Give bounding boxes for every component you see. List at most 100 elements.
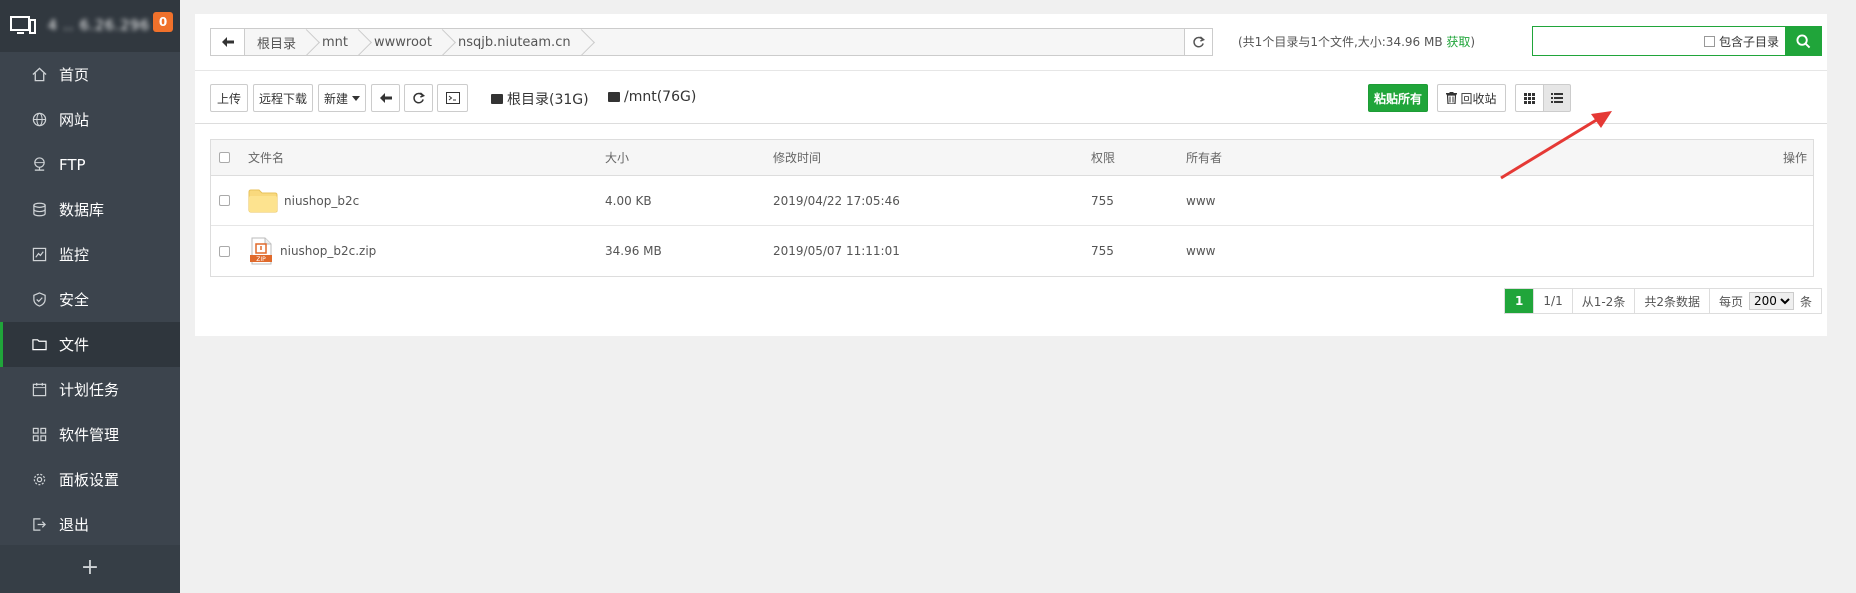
page-range: 从1-2条: [1573, 289, 1636, 313]
file-permission[interactable]: 755: [1091, 194, 1114, 208]
per-page-select[interactable]: 200: [1748, 292, 1794, 310]
refresh-icon: [1193, 35, 1205, 47]
home-icon: [31, 67, 47, 83]
caret-down-icon: [352, 95, 360, 101]
table-row[interactable]: ZIP niushop_b2c.zip 34.96 MB 2019/05/07 11:…: [211, 226, 1813, 276]
globe-icon: [31, 112, 47, 128]
file-permission[interactable]: 755: [1091, 244, 1114, 258]
breadcrumb-item-wwwroot[interactable]: wwwroot: [362, 29, 446, 55]
cell-size: 4.00 KB: [605, 176, 652, 225]
sidebar-item-label: 安全: [59, 291, 90, 309]
table-header: 文件名 大小 修改时间 权限 所有者 操作: [211, 140, 1813, 176]
terminal-button[interactable]: [437, 84, 468, 112]
sidebar-item-5[interactable]: 安全: [0, 277, 180, 322]
sidebar-item-2[interactable]: FTP: [0, 142, 180, 187]
sidebar-item-1[interactable]: 网站: [0, 97, 180, 142]
file-size: 4.00 KB: [605, 193, 652, 208]
sidebar-item-label: 面板设置: [59, 471, 120, 489]
back-dir-button[interactable]: [371, 84, 400, 112]
sidebar-item-3[interactable]: 数据库: [0, 187, 180, 232]
list-view-icon: [1551, 93, 1563, 103]
disk-mnt[interactable]: /mnt(76G): [608, 89, 696, 105]
recycle-bin-label: 回收站: [1460, 91, 1497, 106]
file-name[interactable]: niushop_b2c.zip: [280, 244, 376, 258]
cell-permission: 755: [1091, 226, 1114, 276]
file-owner[interactable]: www: [1186, 244, 1215, 258]
search-button[interactable]: [1785, 27, 1821, 55]
subdir-checkbox-box[interactable]: [1703, 35, 1715, 47]
directory-summary: (共1个目录与1个文件,大小:34.96 MB 获取): [1238, 33, 1475, 50]
new-dropdown-button[interactable]: 新建: [318, 84, 366, 112]
cell-owner: www: [1186, 226, 1215, 276]
refresh-icon: [413, 91, 425, 103]
sidebar-item-10[interactable]: 退出: [0, 502, 180, 547]
sidebar-item-4[interactable]: 监控: [0, 232, 180, 277]
path-input-area[interactable]: [585, 29, 1184, 55]
upload-button[interactable]: 上传: [210, 84, 248, 112]
sidebar-item-6[interactable]: 文件: [0, 322, 180, 367]
file-owner[interactable]: www: [1186, 194, 1215, 208]
header-permission: 权限: [1091, 151, 1116, 165]
notification-badge[interactable]: 0: [153, 12, 173, 32]
row-checkbox[interactable]: [219, 176, 230, 225]
header-mtime[interactable]: 修改时间: [773, 140, 821, 175]
search-input[interactable]: [1533, 27, 1704, 55]
breadcrumb-item-root[interactable]: 根目录: [245, 29, 310, 55]
logout-icon: [31, 517, 47, 533]
trash-icon: [1446, 92, 1458, 104]
sidebar-item-8[interactable]: 软件管理: [0, 412, 180, 457]
refresh-path-button[interactable]: [1184, 29, 1212, 55]
row-checkbox[interactable]: [219, 226, 230, 276]
disk-root[interactable]: 根目录(31G): [491, 89, 589, 109]
include-subdir-checkbox[interactable]: 包含子目录: [1703, 27, 1785, 55]
file-size: 34.96 MB: [605, 244, 662, 258]
divider: [195, 123, 1827, 124]
header-owner: 所有者: [1186, 151, 1223, 165]
cell-owner: www: [1186, 176, 1215, 225]
list-view-button[interactable]: [1543, 84, 1571, 112]
terminal-icon: [445, 92, 460, 104]
breadcrumb-item-mnt[interactable]: mnt: [310, 29, 362, 55]
grid-view-icon: [1524, 92, 1535, 104]
cell-mtime: 2019/04/22 17:05:46: [773, 176, 900, 225]
recycle-bin-button[interactable]: 回收站: [1437, 84, 1506, 112]
header-name[interactable]: 文件名: [248, 140, 284, 175]
fetch-size-link[interactable]: 获取: [1446, 35, 1470, 49]
grid-view-button[interactable]: [1515, 84, 1544, 112]
checkbox-box[interactable]: [219, 195, 230, 206]
disk-root-label: 根目录(31G): [507, 92, 589, 108]
paste-all-button[interactable]: 粘贴所有: [1368, 84, 1428, 112]
server-ip: 4 .. 6.26.296: [48, 18, 151, 34]
remote-download-button[interactable]: 远程下载: [253, 84, 313, 112]
file-name[interactable]: niushop_b2c: [284, 194, 359, 208]
sidebar-item-0[interactable]: 首页: [0, 52, 180, 97]
refresh-button[interactable]: [404, 84, 433, 112]
cell-mtime: 2019/05/07 11:11:01: [773, 226, 900, 276]
search-icon: [1795, 33, 1810, 48]
per-page-label: 每页: [1718, 294, 1743, 309]
folder-icon: [248, 189, 278, 213]
sidebar-item-9[interactable]: 面板设置: [0, 457, 180, 502]
file-mtime: 2019/05/07 11:11:01: [773, 244, 900, 258]
side-menu: 首页 网站 FTP 数据库 监控安全文件计划任务软件管理面板设置退出: [0, 52, 180, 547]
per-page-control: 每页 200 条: [1710, 289, 1821, 313]
file-manager-panel: 根目录 mnt wwwroot nsqjb.niuteam.cn (共1个目录与…: [195, 14, 1827, 336]
back-button[interactable]: [211, 29, 245, 55]
breadcrumb-item-site[interactable]: nsqjb.niuteam.cn: [446, 29, 585, 55]
select-all-checkbox[interactable]: [219, 140, 230, 175]
checkbox-box[interactable]: [219, 245, 230, 257]
page-count: 1/1: [1534, 289, 1573, 313]
sidebar-item-label: 计划任务: [59, 381, 120, 399]
sidebar-item-7[interactable]: 计划任务: [0, 367, 180, 412]
checkbox-box[interactable]: [219, 152, 230, 163]
page-current[interactable]: 1: [1505, 289, 1535, 313]
table-row[interactable]: niushop_b2c 4.00 KB 2019/04/22 17:05:46 755…: [211, 176, 1813, 226]
header-size[interactable]: 大小: [605, 140, 629, 175]
add-button[interactable]: +: [0, 545, 180, 593]
directory-summary-close: ): [1470, 35, 1476, 49]
sidebar-item-label: 文件: [59, 336, 90, 354]
sidebar-item-label: 软件管理: [59, 426, 120, 444]
hdd-icon: [491, 94, 503, 104]
calendar-icon: [31, 382, 47, 398]
folder-icon: [31, 337, 47, 353]
